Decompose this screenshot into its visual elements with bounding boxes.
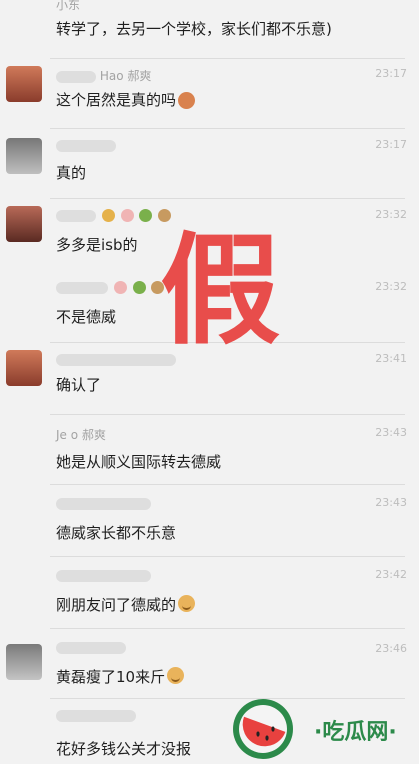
watermelon-logo-icon <box>233 699 293 759</box>
message-text: 这个居然是真的吗 <box>56 89 196 110</box>
message-time: 23:42 <box>375 568 407 581</box>
message-text: 转学了，去另一个学校，家长们都不乐意) <box>56 20 332 38</box>
sender-name <box>56 496 151 510</box>
fake-stamp: 假 <box>160 222 280 361</box>
sender-name: Je o 郝爽 <box>56 428 106 442</box>
site-watermark: ·吃瓜网· <box>232 694 418 759</box>
avatar[interactable] <box>6 206 42 242</box>
smile-emoji-icon <box>167 667 185 684</box>
message-time: 23:17 <box>375 138 407 151</box>
divider <box>50 484 405 485</box>
message-time: 23:32 <box>375 280 407 293</box>
message-time: 23:41 <box>375 352 407 365</box>
sender-name: Hao 郝爽 <box>56 67 151 84</box>
message-text: 多多是isb的 <box>56 236 138 254</box>
message-text: 花好多钱公关才没报 <box>56 740 192 758</box>
message-time: 23:17 <box>375 67 407 80</box>
sender-name <box>56 708 136 722</box>
avatar[interactable] <box>6 644 42 680</box>
dragon-emoji-icon <box>139 209 153 222</box>
sender-name <box>56 640 126 654</box>
sender-name: 小东 <box>56 0 81 12</box>
divider <box>50 128 405 129</box>
message-text: 黄磊瘦了10来斤 <box>56 666 185 687</box>
sender-name <box>56 138 116 152</box>
face-emoji-icon <box>178 92 196 109</box>
cat-emoji-icon <box>101 209 115 222</box>
divider <box>50 556 405 557</box>
divider <box>50 58 405 59</box>
site-name: ·吃瓜网· <box>314 720 397 745</box>
divider <box>50 628 405 629</box>
sender-name <box>56 352 176 366</box>
message-time: 23:43 <box>375 426 407 439</box>
message-text: 不是德威 <box>56 308 117 326</box>
message-text: 确认了 <box>56 376 102 394</box>
divider <box>50 414 405 415</box>
divider <box>50 198 405 199</box>
sender-name <box>56 208 172 222</box>
smile-emoji-icon <box>178 595 196 612</box>
sender-name <box>56 280 165 294</box>
avatar[interactable] <box>6 66 42 102</box>
pig-emoji-icon <box>120 209 134 222</box>
message-text: 她是从顺义国际转去德威 <box>56 453 222 471</box>
sender-name <box>56 568 151 582</box>
avatar[interactable] <box>6 350 42 386</box>
dragon-emoji-icon <box>132 281 146 294</box>
avatar[interactable] <box>6 138 42 174</box>
pig-emoji-icon <box>113 281 127 294</box>
message-text: 德威家长都不乐意 <box>56 524 177 542</box>
monkey-emoji-icon <box>158 209 172 222</box>
message-text: 真的 <box>56 164 87 182</box>
message-time: 23:43 <box>375 496 407 509</box>
message-text: 刚朋友问了德威的 <box>56 594 196 615</box>
message-time: 23:32 <box>375 208 407 221</box>
message-time: 23:46 <box>375 642 407 655</box>
